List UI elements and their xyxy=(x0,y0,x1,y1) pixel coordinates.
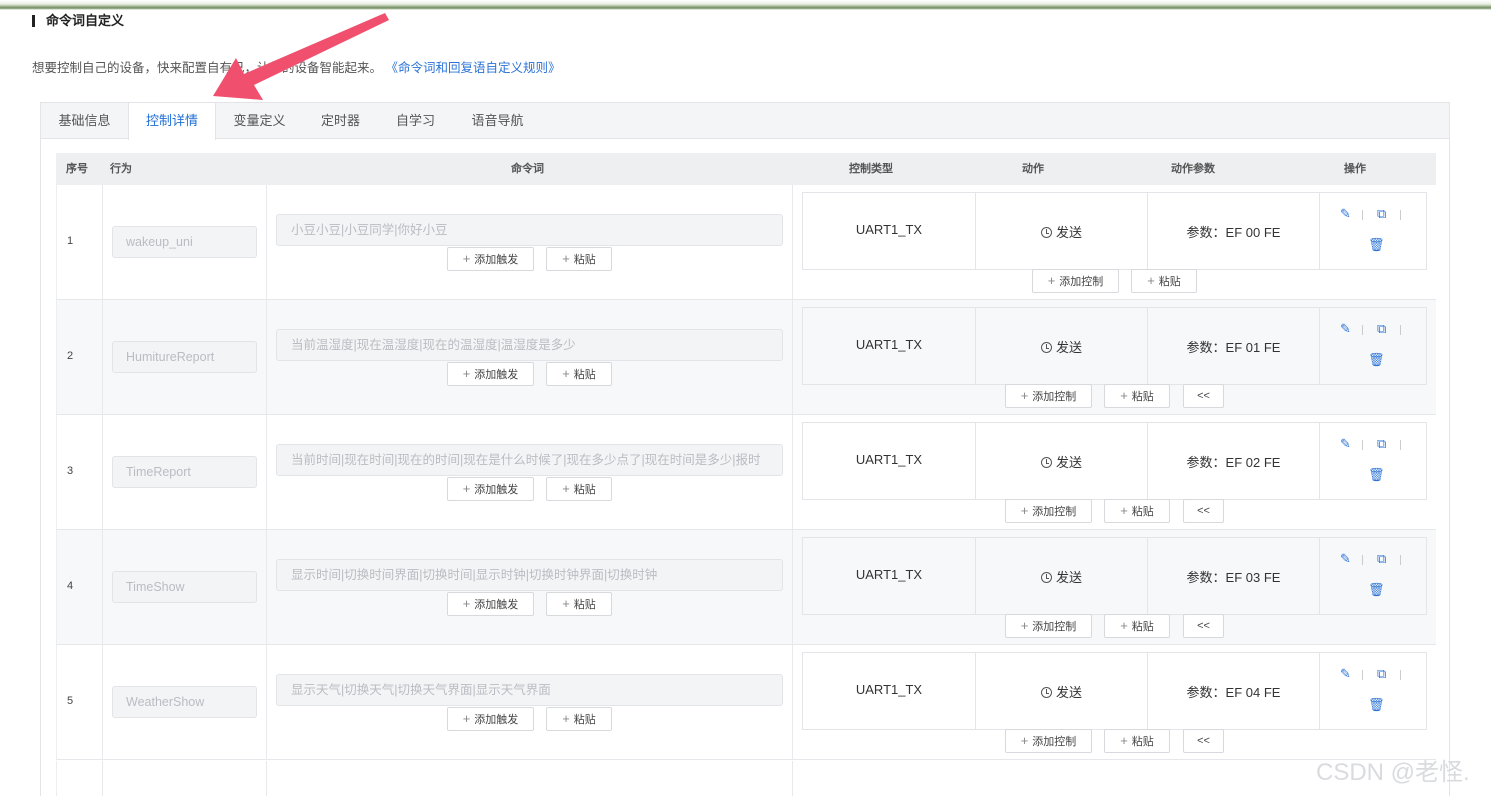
pointer-arrow-annotation xyxy=(213,13,389,100)
red-arrow-shape xyxy=(213,13,389,100)
